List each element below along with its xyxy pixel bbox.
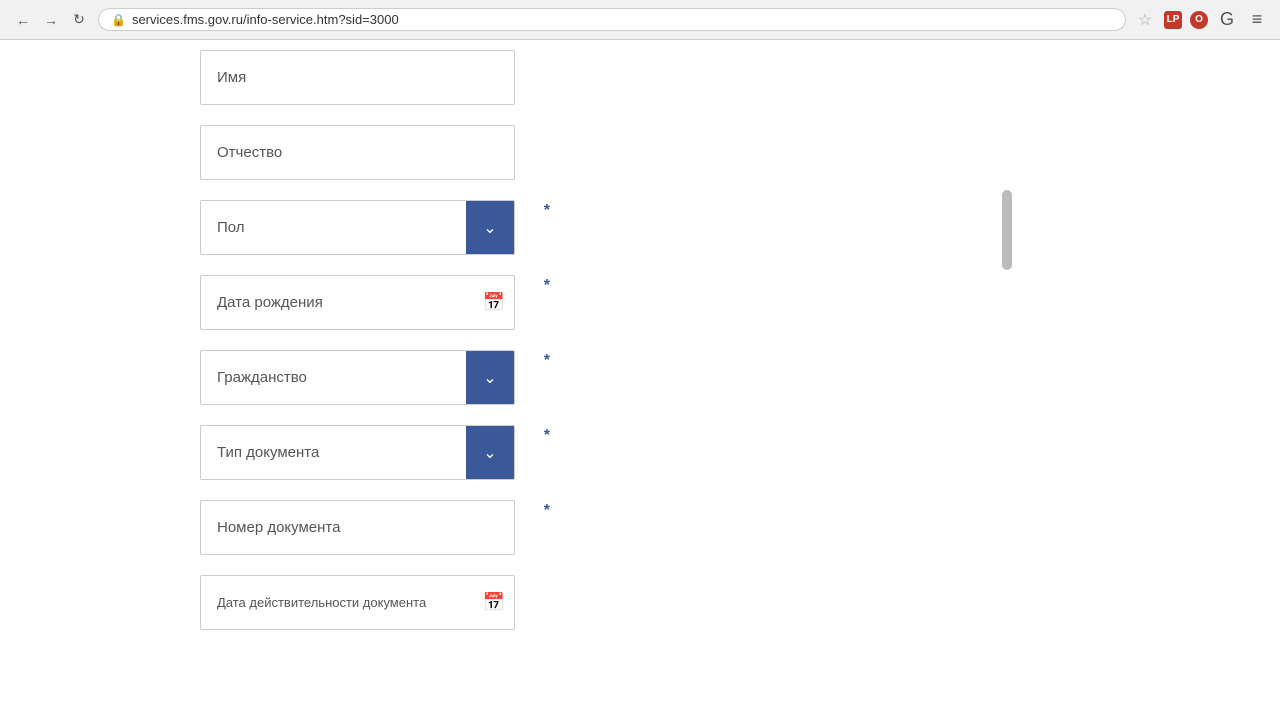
data-deystvitelnosti-label: Дата действительности документа: [201, 595, 474, 610]
lock-icon: 🔒: [111, 13, 126, 27]
address-bar[interactable]: 🔒 services.fms.gov.ru/info-service.htm?s…: [98, 8, 1126, 31]
imya-input[interactable]: [200, 50, 515, 105]
field-imya: [200, 50, 540, 105]
grazhdanstvo-dropdown-button[interactable]: ⌄: [466, 351, 514, 404]
refresh-button[interactable]: ↻: [68, 9, 90, 31]
back-button[interactable]: ←: [12, 9, 34, 31]
chevron-down-icon: ⌄: [483, 368, 496, 388]
chevron-down-icon: ⌄: [483, 218, 496, 238]
scrollbar-thumb[interactable]: [1002, 190, 1012, 270]
field-data-deystvitelnosti: Дата действительности документа 📅: [200, 575, 540, 630]
pol-select[interactable]: Пол ⌄: [200, 200, 515, 255]
bookmark-button[interactable]: ☆: [1134, 9, 1156, 31]
right-area: [1000, 40, 1280, 720]
pol-label: Пол: [201, 219, 466, 236]
opera-icon[interactable]: O: [1190, 11, 1208, 29]
tip-dokumenta-select[interactable]: Тип документа ⌄: [200, 425, 515, 480]
field-tip-dokumenta: Тип документа ⌄ *: [200, 425, 540, 480]
browser-toolbar: ← → ↻ 🔒 services.fms.gov.ru/info-service…: [0, 0, 1280, 40]
field-grazhdanstvo: Гражданство ⌄ *: [200, 350, 540, 405]
lastpass-icon[interactable]: LP: [1164, 11, 1182, 29]
field-pol: Пол ⌄ *: [200, 200, 540, 255]
browser-actions: ☆ LP O G ≡: [1134, 9, 1268, 31]
data-rozhdeniya-calendar-button[interactable]: 📅: [474, 276, 514, 329]
field-nomer-dokumenta: *: [200, 500, 540, 555]
calendar-icon-2: 📅: [483, 592, 505, 613]
otchestvo-input[interactable]: [200, 125, 515, 180]
url-text: services.fms.gov.ru/info-service.htm?sid…: [132, 12, 399, 27]
data-rozhdeniya-required-mark: *: [544, 277, 550, 295]
field-data-rozhdeniya: Дата рождения 📅 *: [200, 275, 540, 330]
form-container: Пол ⌄ * Дата рождения 📅 *: [200, 40, 540, 670]
data-rozhdeniya-input[interactable]: Дата рождения 📅: [200, 275, 515, 330]
data-rozhdeniya-label: Дата рождения: [201, 294, 474, 311]
field-otchestvo: [200, 125, 540, 180]
tip-dokumenta-required-mark: *: [544, 427, 550, 445]
pol-dropdown-button[interactable]: ⌄: [466, 201, 514, 254]
tip-dokumenta-label: Тип документа: [201, 444, 466, 461]
pol-required-mark: *: [544, 202, 550, 220]
nomer-dokumenta-required-mark: *: [544, 502, 550, 520]
grazhdanstvo-required-mark: *: [544, 352, 550, 370]
extensions-button[interactable]: G: [1216, 9, 1238, 31]
calendar-icon: 📅: [483, 292, 505, 313]
chevron-down-icon: ⌄: [483, 443, 496, 463]
page-content: Пол ⌄ * Дата рождения 📅 *: [0, 40, 1280, 720]
nav-buttons: ← → ↻: [12, 9, 90, 31]
main-content: Пол ⌄ * Дата рождения 📅 *: [0, 40, 1000, 720]
forward-button[interactable]: →: [40, 9, 62, 31]
data-deystvitelnosti-calendar-button[interactable]: 📅: [474, 576, 514, 629]
nomer-dokumenta-input[interactable]: [200, 500, 515, 555]
grazhdanstvo-select[interactable]: Гражданство ⌄: [200, 350, 515, 405]
grazhdanstvo-label: Гражданство: [201, 369, 466, 386]
data-deystvitelnosti-input[interactable]: Дата действительности документа 📅: [200, 575, 515, 630]
tip-dokumenta-dropdown-button[interactable]: ⌄: [466, 426, 514, 479]
menu-button[interactable]: ≡: [1246, 9, 1268, 31]
